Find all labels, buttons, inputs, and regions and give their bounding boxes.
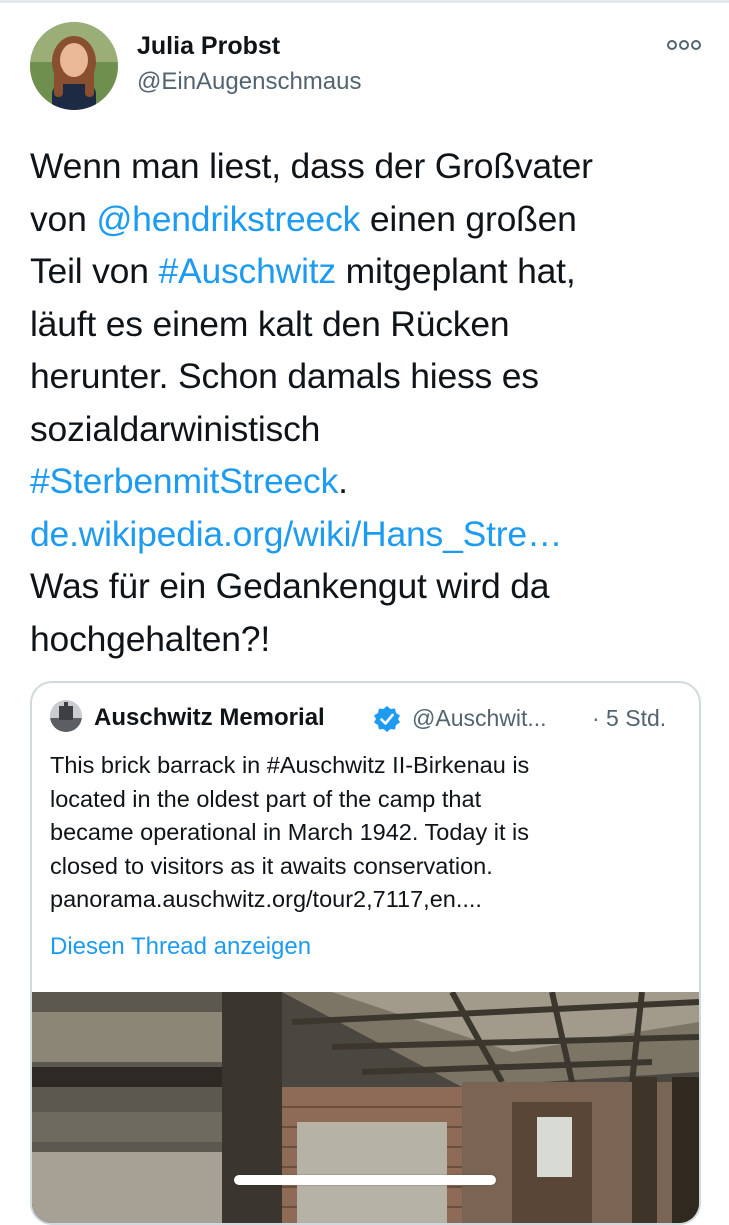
tweet-text-segment: sozialdarwinistisch (30, 408, 321, 449)
mention-link[interactable]: @hendrikstreeck (96, 199, 360, 239)
quoted-author-handle[interactable]: @Auschwit... (412, 705, 547, 732)
author-handle[interactable]: @EinAugenschmaus (137, 68, 361, 96)
barrack-interior-photo[interactable] (32, 992, 699, 1223)
tweet-text-segment: hochgehalten?! (30, 618, 270, 659)
quoted-text-line: panorama.auschwitz.org/tour2,7117,en.... (50, 886, 482, 912)
tweet-text-segment: . (338, 461, 348, 501)
user-avatar-icon (30, 22, 118, 110)
hashtag-link[interactable]: #SterbenmitStreeck (30, 461, 338, 501)
tweet-text-segment: Wenn man liest, dass der Großvater (30, 146, 593, 186)
hashtag-link[interactable]: #Auschwitz (158, 251, 336, 291)
tweet-text-line: Was für ein Gedankengut wird da (30, 560, 710, 613)
quoted-text-line: became operational in March 1942. Today … (50, 819, 529, 845)
quoted-timestamp[interactable]: · 5 Std. (592, 705, 666, 732)
tweet-text-line: läuft es einem kalt den Rücken (30, 298, 710, 351)
tweet-text-line: von @hendrikstreeck einen großen (30, 193, 710, 246)
tweet-text-segment: einen großen (360, 198, 577, 239)
more-options-icon[interactable] (667, 38, 701, 52)
tweet-text-segment: herunter. Schon damals hiess es (30, 356, 539, 396)
quoted-author-avatar[interactable] (50, 700, 82, 732)
url-link[interactable]: de.wikipedia.org/wiki/Hans_Stre… (30, 514, 562, 554)
quoted-text-line: closed to visitors as it awaits conserva… (50, 852, 493, 879)
memorial-avatar-icon (50, 700, 82, 732)
quoted-text-line: This brick barrack in #Auschwitz II-Birk… (50, 752, 530, 778)
tweet-text-segment: läuft es einem kalt den Rücken (30, 303, 510, 344)
tweet-text-segment: Teil von (30, 251, 159, 291)
tweet-text-line: #SterbenmitStreeck. (30, 455, 710, 508)
top-divider (0, 0, 729, 3)
show-thread-link[interactable]: Diesen Thread anzeigen (50, 933, 311, 961)
verified-badge-icon (374, 706, 400, 732)
tweet-text-segment: Was für ein Gedankengut wird da (30, 566, 550, 606)
author-avatar[interactable] (30, 22, 118, 110)
tweet-text: Wenn man liest, dass der Großvater von @h… (30, 140, 710, 665)
tweet-text-line: Wenn man liest, dass der Großvater (30, 140, 710, 193)
tweet-text-line: herunter. Schon damals hiess es (30, 350, 710, 403)
author-name[interactable]: Julia Probst (137, 32, 280, 61)
home-indicator[interactable] (234, 1175, 496, 1185)
tweet-text-segment: mitgeplant hat, (335, 251, 576, 291)
tweet-text-line: de.wikipedia.org/wiki/Hans_Stre… (30, 508, 710, 561)
quoted-tweet-card[interactable]: Auschwitz Memorial @Auschwit... · 5 Std.… (30, 681, 701, 1225)
quoted-text-line: located in the oldest part of the camp t… (50, 785, 482, 812)
tweet-text-segment: von (30, 198, 97, 239)
tweet-text-line: Teil von #Auschwitz mitgeplant hat, (30, 245, 710, 298)
tweet-text-line: sozialdarwinistisch (30, 403, 710, 456)
quoted-tweet-text: This brick barrack in #Auschwitz II-Birk… (50, 749, 680, 917)
tweet-text-line: hochgehalten?! (30, 613, 710, 666)
quoted-author-name[interactable]: Auschwitz Memorial (94, 704, 325, 732)
